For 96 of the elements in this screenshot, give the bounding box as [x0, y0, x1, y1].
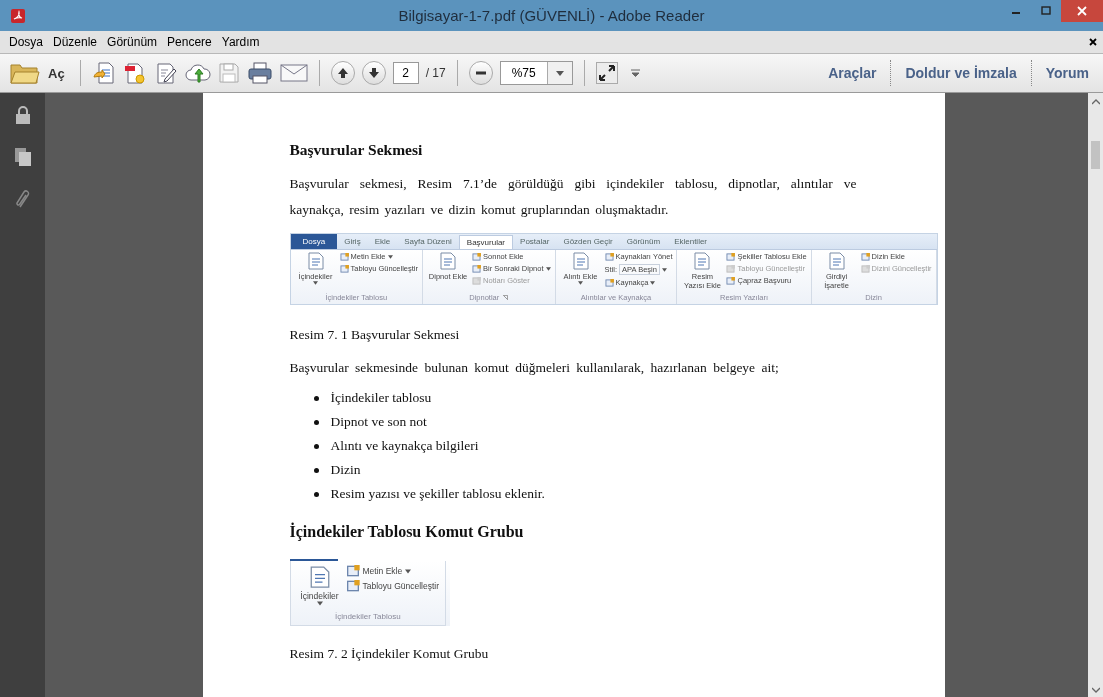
ribbon-tab[interactable]: Eklentiler [667, 235, 715, 249]
page-icon [726, 276, 736, 285]
bullet-icon [313, 491, 319, 497]
paragraph: Başvurular sekmesi, Resim 7.1’de görüldüğü gibi içindekiler tablosu, dipnotlar, alıntılar ve kaynakça, resim yazıları ve dizin komut gruplarından oluşmaktadır. [289, 175, 857, 219]
down-arrow-icon [367, 67, 380, 79]
list-item: Dipnot ve son not [330, 413, 427, 431]
caret-icon [578, 281, 583, 285]
zoom-out-button[interactable] [468, 61, 493, 85]
page-icon [604, 278, 614, 287]
up-arrow-icon [336, 67, 349, 79]
caret-icon [316, 601, 323, 606]
section-heading: Başvurular Sekmesi [289, 141, 424, 159]
bullet-icon [313, 395, 319, 401]
ribbon-tab[interactable]: Görünüm [619, 235, 668, 249]
panel-link[interactable]: Doldur ve İmzala [891, 65, 1031, 81]
page-icon [860, 252, 870, 261]
section-heading: İçindekiler Tablosu Komut Grubu [289, 523, 525, 541]
printer-icon[interactable] [246, 61, 273, 85]
menu-item[interactable]: Yardım [216, 33, 265, 51]
page-icon [339, 252, 349, 261]
bullet-icon [313, 419, 319, 425]
pages-icon[interactable] [13, 147, 32, 167]
close-icon [1077, 6, 1087, 16]
envelope-icon[interactable] [279, 63, 308, 83]
list-item: İçindekiler tablosu [330, 389, 432, 407]
caret-icon [545, 266, 551, 271]
ribbon-tab[interactable]: Postalar [513, 235, 557, 249]
page-number-field[interactable]: 2 [392, 62, 419, 84]
page-total: / 17 [425, 66, 446, 80]
group-label: İçindekiler Tablosu [334, 612, 401, 621]
page-icon [472, 276, 482, 285]
page-icon [345, 580, 360, 592]
page-icon [339, 264, 349, 273]
window-title: Bilgisayar-1-7.pdf (GÜVENLİ) - Adobe Reader [398, 7, 705, 24]
dialog-launcher-icon[interactable] [503, 295, 509, 300]
previous-page-button[interactable] [330, 61, 355, 85]
caret-icon [387, 254, 393, 259]
document-icon [694, 252, 711, 270]
document-icon [572, 252, 589, 270]
caret-icon [661, 267, 667, 272]
ribbon-tab[interactable]: Ekle [367, 235, 398, 249]
figure-caption: Resim 7. 1 Başvurular Sekmesi [289, 327, 461, 343]
list-item: Alıntı ve kaynakça bilgileri [330, 437, 479, 455]
list-item: Resim yazısı ve şekiller tablosu eklenir. [330, 485, 545, 503]
menu-item[interactable]: Pencere [162, 33, 217, 51]
ribbon-tab[interactable]: Giriş [337, 235, 368, 249]
ribbon-small-button[interactable]: Tabloyu Güncelleştir [345, 580, 440, 592]
close-button[interactable] [1061, 0, 1103, 22]
zoom-dropdown[interactable]: %75 [499, 61, 573, 85]
ribbon-tab[interactable]: Başvurular [458, 235, 514, 249]
page-icon [472, 252, 482, 261]
folder-icon [10, 62, 40, 84]
menu-item[interactable]: Görünüm [102, 33, 163, 51]
caret-icon [313, 281, 318, 285]
document-icon [307, 252, 324, 270]
paperclip-icon[interactable] [14, 189, 31, 209]
ribbon-tab[interactable]: Gözden Geçir [556, 235, 620, 249]
lock-icon[interactable] [14, 105, 31, 125]
menu-item[interactable]: Dosya [4, 33, 48, 51]
cloud-upload-icon[interactable] [184, 62, 211, 84]
scroll-up-icon[interactable] [1091, 99, 1100, 105]
bullet-icon [313, 443, 319, 449]
next-page-button[interactable] [361, 61, 386, 85]
document-icon [828, 252, 845, 270]
expand-icon[interactable] [595, 62, 618, 84]
close-icon[interactable] [1089, 38, 1097, 46]
maximize-icon [1041, 6, 1051, 16]
paragraph: Başvurular sekmesinde bulunan komut düğmeleri kullanılarak, hazırlanan belgeye ait; [289, 360, 780, 376]
page-icon [472, 264, 482, 273]
scroll-down-icon[interactable] [1091, 687, 1100, 693]
page-icon [604, 252, 614, 261]
ribbon-large-button[interactable]: İçindekiler [296, 565, 343, 606]
app-logo-icon [10, 7, 26, 24]
scrollbar-thumb[interactable] [1091, 141, 1100, 169]
page-icon [726, 252, 736, 261]
figure-caption: Resim 7. 2 İçindekiler Komut Grubu [289, 646, 490, 662]
page-icon [860, 264, 870, 273]
document-icon [440, 252, 457, 270]
vertical-scrollbar[interactable] [1088, 93, 1103, 697]
caret-icon [555, 70, 564, 76]
panel-link[interactable]: Araçlar [814, 65, 891, 81]
caret-icon [650, 280, 656, 285]
ribbon-tab[interactable]: Sayfa Düzeni [397, 235, 459, 249]
open-button[interactable]: Aç [10, 62, 65, 84]
page-icon [726, 264, 736, 273]
menu-item[interactable]: Düzenle [48, 33, 103, 51]
customize-icon[interactable] [630, 69, 640, 77]
document-arrow-icon[interactable] [91, 61, 116, 85]
document-icon [309, 565, 330, 589]
page-icon [345, 565, 360, 577]
caret-icon [405, 568, 412, 574]
panel-link[interactable]: Yorum [1031, 65, 1103, 81]
ribbon-tab[interactable]: Dosya [290, 234, 338, 249]
ribbon-small-button[interactable]: Metin Ekle [345, 565, 440, 577]
bullet-icon [313, 467, 319, 473]
list-item: Dizin [330, 461, 361, 479]
